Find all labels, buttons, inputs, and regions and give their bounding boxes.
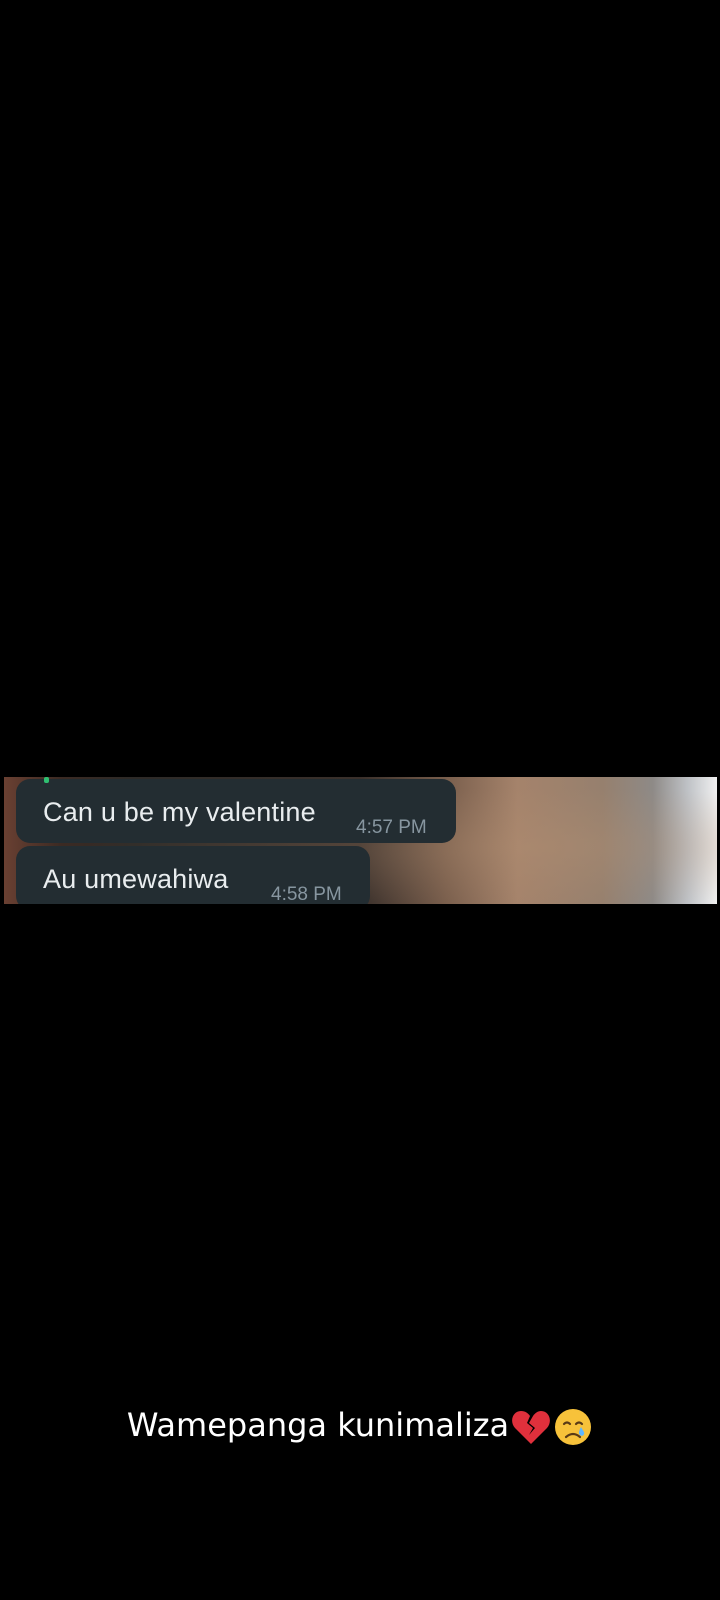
caption-text: Wamepanga kunimaliza: [126, 1406, 510, 1444]
message-text: Can u be my valentine: [43, 797, 316, 827]
broken-heart-icon: [511, 1408, 551, 1446]
message-bubble: Au umewahiwa 4:58 PM: [16, 846, 370, 904]
crying-face-icon: [553, 1407, 593, 1447]
message-text: Au umewahiwa: [43, 864, 229, 894]
status-caption: Wamepanga kunimaliza: [0, 1406, 720, 1447]
message-time: 4:57 PM: [356, 817, 427, 838]
message-bubble: Can u be my valentine 4:57 PM: [16, 777, 456, 843]
message-time: 4:58 PM: [271, 884, 342, 904]
unread-indicator: [44, 777, 49, 783]
chat-screenshot: Can u be my valentine 4:57 PM Au umewahi…: [4, 777, 717, 904]
